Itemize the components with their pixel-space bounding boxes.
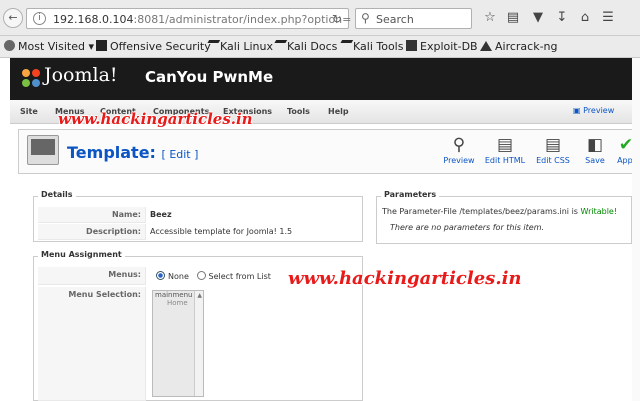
url-text: 192.168.0.104:8081/administrator/index.p… <box>53 13 351 26</box>
bookmark-label: Exploit-DB <box>420 40 478 53</box>
site-name: CanYou PwnMe <box>145 68 274 86</box>
gear-icon <box>4 40 15 51</box>
reload-icon[interactable]: ↻ <box>332 12 342 26</box>
reading-list-icon[interactable]: ▤ <box>505 10 521 25</box>
search-placeholder: Search <box>376 13 414 26</box>
offsec-icon <box>96 40 107 51</box>
name-label: Name: <box>38 207 146 223</box>
hamburger-menu-icon[interactable]: ☰ <box>600 10 616 25</box>
aircrack-icon <box>480 41 492 51</box>
parameter-file-text: The Parameter-File /templates/beez/param… <box>382 207 578 216</box>
menu-selection-list[interactable]: mainmenu Home ▲ <box>152 290 204 397</box>
joomla-brand: Joomla! <box>44 64 118 86</box>
menu-assignment-legend: Menu Assignment <box>38 250 125 259</box>
kali-icon <box>202 40 221 51</box>
scroll-up-icon: ▲ <box>197 292 202 299</box>
parameters-panel: Parameters The Parameter-File /templates… <box>376 190 632 244</box>
search-icon: ⚲ <box>361 11 370 25</box>
writable-status: Writable! <box>580 207 618 216</box>
bookmark-label: Kali Tools <box>353 40 404 53</box>
bookmark-label: Aircrack-ng <box>495 40 558 53</box>
edit-css-button[interactable]: ▤ Edit CSS <box>530 134 576 165</box>
parameter-file-info: The Parameter-File /templates/beez/param… <box>382 207 617 216</box>
page-title-text: Template: <box>67 143 156 162</box>
edit-html-label: Edit HTML <box>484 156 526 165</box>
bookmark-label: Offensive Security <box>110 40 211 53</box>
bookmark-most-visited[interactable]: Most Visited ▾ <box>4 40 94 53</box>
page-title: Template: [ Edit ] <box>67 143 198 162</box>
bookmark-label: Kali Docs <box>287 40 338 53</box>
back-button[interactable]: ← <box>3 8 23 28</box>
html-file-icon: ▤ <box>496 135 514 155</box>
joomla-header: Joomla! CanYou PwnMe <box>10 58 640 100</box>
name-value: Beez <box>150 210 172 219</box>
menus-label: Menus: <box>38 267 146 285</box>
bookmark-exploit-db[interactable]: Exploit-DB <box>406 40 478 53</box>
pocket-icon[interactable]: ▼ <box>530 10 546 25</box>
description-label: Description: <box>38 224 146 240</box>
download-icon[interactable]: ↧ <box>554 10 570 25</box>
parameters-legend: Parameters <box>381 190 440 199</box>
radio-select-label: Select from List <box>208 272 271 281</box>
url-host: 192.168.0.104 <box>53 13 134 26</box>
browser-toolbar: ← i 192.168.0.104:8081/administrator/ind… <box>0 0 640 36</box>
radio-select-from-list[interactable] <box>196 271 206 280</box>
list-scrollbar[interactable]: ▲ <box>194 291 203 396</box>
details-panel: Details Name: Beez Description: Accessib… <box>33 190 363 242</box>
scrollbar-edge <box>632 58 640 401</box>
bookmark-kali-docs[interactable]: Kali Docs <box>269 40 338 53</box>
joomla-logo-icon <box>22 69 40 87</box>
edit-html-button[interactable]: ▤ Edit HTML <box>482 134 528 165</box>
menu-tools[interactable]: Tools <box>287 107 310 116</box>
bookmark-star-icon[interactable]: ☆ <box>482 10 498 25</box>
exploitdb-icon <box>406 40 417 51</box>
no-parameters-text: There are no parameters for this item. <box>390 223 545 232</box>
bookmarks-bar: Most Visited ▾ Offensive Security Kali L… <box>0 36 640 58</box>
bookmark-offensive-security[interactable]: Offensive Security <box>96 40 211 53</box>
bookmark-aircrack-ng[interactable]: Aircrack-ng <box>480 40 558 53</box>
kali-icon <box>335 40 354 51</box>
url-path: :8081/administrator/index.php?option= <box>133 13 352 26</box>
preview-button-label: Preview <box>443 156 475 165</box>
bookmark-kali-linux[interactable]: Kali Linux <box>202 40 274 53</box>
home-icon[interactable]: ⌂ <box>577 10 593 25</box>
preview-link[interactable]: ▣ Preview <box>573 106 614 115</box>
watermark-center: www.hackingarticles.in <box>288 268 522 289</box>
bookmark-kali-tools[interactable]: Kali Tools <box>335 40 404 53</box>
bookmark-label: Most Visited ▾ <box>18 40 94 53</box>
kali-icon <box>269 40 288 51</box>
radio-none[interactable] <box>156 271 165 280</box>
save-label: Save <box>585 156 605 165</box>
menu-help[interactable]: Help <box>328 107 349 116</box>
menu-site[interactable]: Site <box>20 107 38 116</box>
edit-css-label: Edit CSS <box>536 156 570 165</box>
preview-button[interactable]: ⚲ Preview <box>436 134 482 165</box>
watermark-top: www.hackingarticles.in <box>58 110 253 128</box>
template-icon <box>27 135 59 165</box>
search-input[interactable]: ⚲ Search <box>355 8 472 29</box>
description-value: Accessible template for Joomla! 1.5 <box>150 227 293 236</box>
preview-label: Preview <box>583 106 615 115</box>
page-toolbar: Template: [ Edit ] ⚲ Preview ▤ Edit HTML ▤… <box>18 129 640 174</box>
magnifier-icon: ⚲ <box>452 135 466 155</box>
radio-none-label: None <box>168 272 189 281</box>
menu-selection-label: Menu Selection: <box>38 287 146 401</box>
menus-options: None Select from List <box>156 271 271 281</box>
site-info-icon[interactable]: i <box>33 12 46 25</box>
page-title-action: [ Edit ] <box>161 148 199 161</box>
css-file-icon: ▤ <box>544 135 562 155</box>
address-bar[interactable]: i 192.168.0.104:8081/administrator/index… <box>26 8 351 29</box>
details-legend: Details <box>38 190 76 199</box>
bookmark-label: Kali Linux <box>220 40 274 53</box>
